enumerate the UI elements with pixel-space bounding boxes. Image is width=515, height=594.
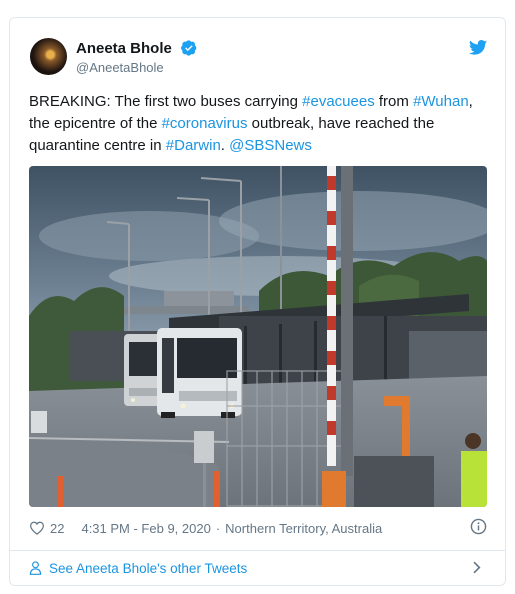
tweet-link[interactable]: #evacuees	[302, 93, 375, 110]
avatar[interactable]	[30, 38, 67, 75]
like-count[interactable]: 22	[50, 521, 64, 536]
tweet-meta: 22 4:31 PM - Feb 9, 2020 · Northern Terr…	[29, 519, 382, 537]
other-tweets-link[interactable]: See Aneeta Bhole's other Tweets	[29, 559, 247, 577]
tweet-link[interactable]: #Wuhan	[413, 93, 469, 110]
author-handle[interactable]: @AneetaBhole	[76, 60, 164, 75]
tweet-link[interactable]: @SBSNews	[229, 137, 312, 154]
tweet-text-segment: BREAKING: The first two buses carrying	[29, 93, 303, 110]
heart-icon[interactable]	[29, 521, 45, 535]
chevron-right-icon[interactable]	[472, 561, 481, 574]
tweet-card: Aneeta Bhole @AneetaBhole BREAKING: The …	[9, 17, 506, 586]
other-tweets-label: See Aneeta Bhole's other Tweets	[49, 560, 248, 576]
tweet-link[interactable]: #coronavirus	[162, 115, 248, 132]
tweet-timestamp[interactable]: 4:31 PM - Feb 9, 2020	[81, 521, 210, 536]
info-icon[interactable]	[470, 518, 487, 535]
tweet-link[interactable]: #Darwin	[166, 137, 221, 154]
person-icon	[29, 561, 42, 575]
author-name[interactable]: Aneeta Bhole	[76, 40, 172, 57]
tweet-location[interactable]: Northern Territory, Australia	[225, 521, 382, 536]
tweet-text-segment: from	[374, 93, 414, 110]
tweet-text-segment: .	[220, 137, 230, 154]
twitter-bird-icon[interactable]	[469, 40, 487, 55]
divider	[10, 550, 505, 551]
meta-separator: ·	[215, 520, 221, 536]
verified-badge-icon	[181, 40, 197, 56]
tweet-text: BREAKING: The first two buses carrying #…	[29, 91, 489, 157]
tweet-photo[interactable]	[29, 166, 487, 507]
